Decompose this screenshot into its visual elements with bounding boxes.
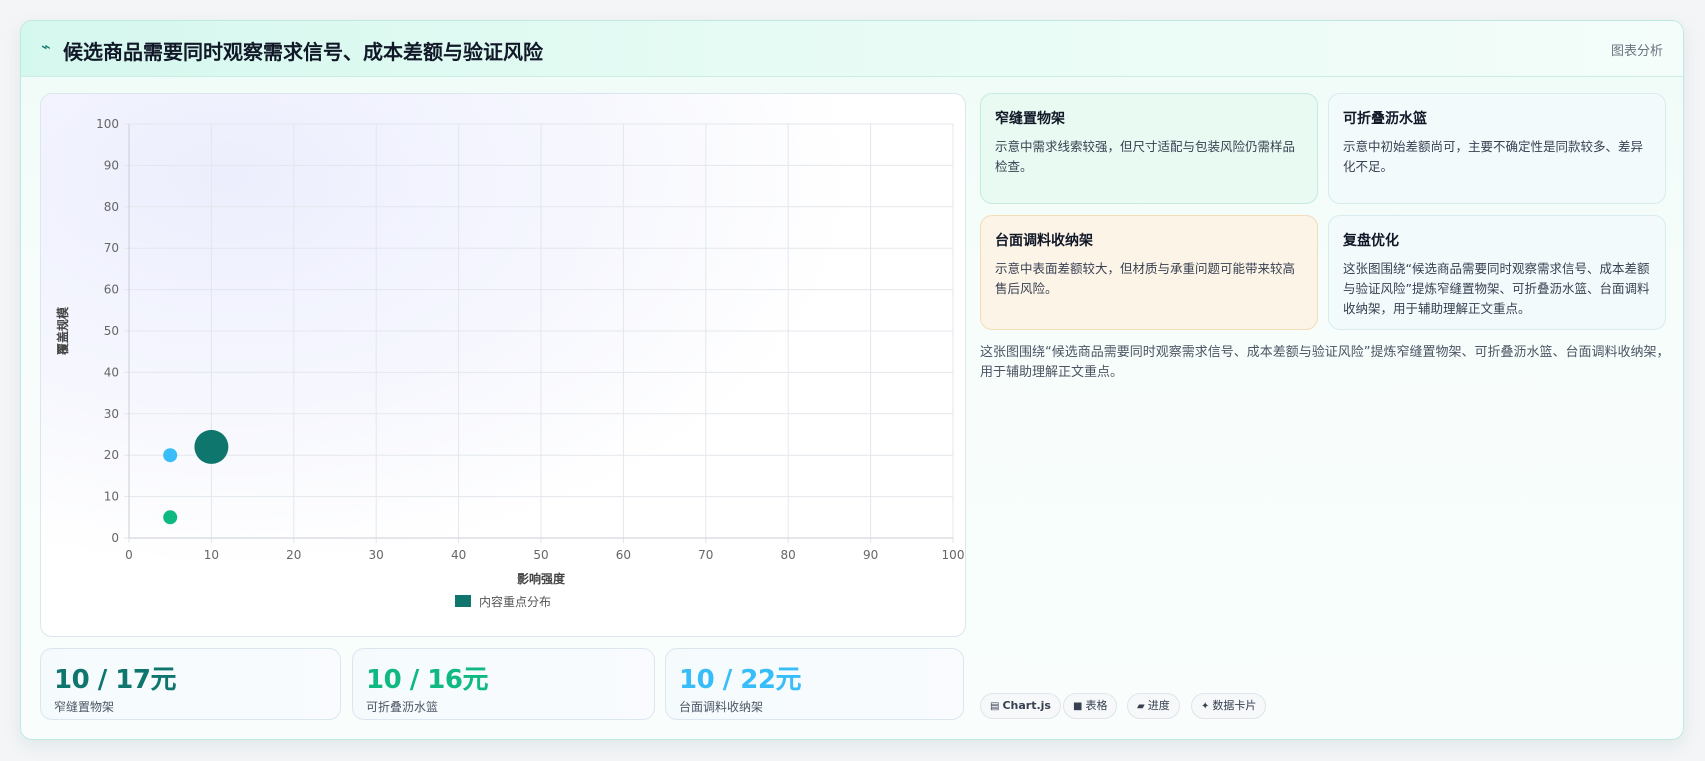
legend-label: 内容重点分布 — [479, 594, 551, 609]
table-icon: ■ — [1073, 701, 1083, 712]
chart-panel: 0 10 20 30 40 50 60 70 80 90 100 0 10 20 30 40 50 60 70 80 9… — [40, 93, 966, 637]
x-tick-label: 40 — [451, 548, 466, 562]
info-card-body: 示意中表面差额较大，但材质与承重问题可能带来较高售后风险。 — [995, 261, 1296, 296]
info-card-review: 复盘优化 这张图围绕“候选商品需要同时观察需求信号、成本差额与验证风险”提炼窄缝… — [1328, 215, 1666, 330]
x-tick-label: 30 — [369, 548, 384, 562]
x-tick-label: 90 — [863, 548, 878, 562]
y-tick-label: 0 — [111, 531, 119, 545]
chip-label: 进度 — [1147, 699, 1170, 712]
chip-progress[interactable]: ▰ 进度 — [1127, 693, 1180, 719]
legend-swatch — [455, 595, 471, 607]
x-tick-label: 0 — [125, 548, 133, 562]
chip-label: 数据卡片 — [1212, 699, 1257, 712]
kpi-value: 10 / 16元 — [366, 665, 488, 695]
info-card-body: 示意中需求线索较强，但尺寸适配与包装风险仍需样品检查。 — [995, 139, 1296, 174]
kpi-label: 窄缝置物架 — [54, 700, 115, 714]
x-axis-title: 影响强度 — [517, 571, 566, 586]
x-tick-label: 100 — [942, 548, 965, 562]
page-title: 候选商品需要同时观察需求信号、成本差额与验证风险 — [63, 40, 543, 64]
y-tick-label: 50 — [104, 324, 119, 338]
info-card-narrow-rack: 窄缝置物架 示意中需求线索较强，但尺寸适配与包装风险仍需样品检查。 — [980, 93, 1318, 204]
kpi-card-spice-rack: 10 / 22元 台面调料收纳架 — [665, 648, 964, 720]
kpi-card-narrow-rack: 10 / 17元 窄缝置物架 — [40, 648, 341, 720]
data-point — [163, 448, 178, 463]
kpi-value: 10 / 17元 — [54, 665, 176, 695]
kpi-card-foldable-basket: 10 / 16元 可折叠沥水篮 — [352, 648, 655, 720]
x-tick-label: 50 — [533, 548, 548, 562]
info-card-spice-rack: 台面调料收纳架 示意中表面差额较大，但材质与承重问题可能带来较高售后风险。 — [980, 215, 1318, 330]
y-tick-label: 40 — [104, 365, 119, 379]
card-header: ⌁ 候选商品需要同时观察需求信号、成本差额与验证风险 图表分析 — [21, 21, 1683, 77]
y-tick-label: 20 — [104, 448, 119, 462]
data-point — [163, 510, 178, 525]
y-tick-label: 100 — [96, 117, 119, 131]
bolt-icon: ⌁ — [41, 37, 51, 56]
y-tick-label: 90 — [104, 158, 119, 172]
kpi-value: 10 / 22元 — [679, 665, 801, 695]
x-tick-label: 10 — [204, 548, 219, 562]
bubble-chart: 0 10 20 30 40 50 60 70 80 90 100 0 10 20 30 40 50 60 70 80 9… — [55, 117, 965, 609]
y-tick-label: 70 — [104, 241, 119, 255]
chip-label: 表格 — [1085, 699, 1108, 712]
sparkle-icon: ✦ — [1201, 701, 1210, 712]
info-card-body: 这张图围绕“候选商品需要同时观察需求信号、成本差额与验证风险”提炼窄缝置物架、可… — [1343, 261, 1650, 316]
info-card-title: 台面调料收纳架 — [995, 233, 1093, 249]
y-tick-label: 80 — [104, 200, 119, 214]
info-card-body: 示意中初始差额尚可，主要不确定性是同款较多、差异化不足。 — [1343, 139, 1644, 174]
analysis-card: ⌁ 候选商品需要同时观察需求信号、成本差额与验证风险 图表分析 0 10 20 30 4… — [20, 20, 1684, 740]
x-tick-label: 80 — [781, 548, 796, 562]
chip-table[interactable]: ■ 表格 — [1063, 693, 1118, 719]
chip-label: Chart.js — [1002, 699, 1051, 712]
progress-icon: ▰ — [1137, 701, 1145, 712]
info-card-title: 可折叠沥水篮 — [1343, 111, 1427, 127]
x-tick-label: 60 — [616, 548, 631, 562]
y-tick-label: 10 — [104, 490, 119, 504]
y-tick-label: 60 — [104, 283, 119, 297]
info-card-title: 复盘优化 — [1343, 233, 1399, 249]
kpi-label: 可折叠沥水篮 — [366, 700, 439, 714]
x-tick-label: 70 — [698, 548, 713, 562]
y-axis-title: 覆盖规模 — [55, 306, 70, 356]
info-card-title: 窄缝置物架 — [995, 111, 1065, 127]
chip-chartjs[interactable]: ▤ Chart.js — [980, 693, 1061, 719]
y-tick-label: 30 — [104, 407, 119, 421]
section-tag: 图表分析 — [1610, 44, 1663, 59]
x-tick-label: 20 — [286, 548, 301, 562]
chart-icon: ▤ — [990, 701, 1000, 712]
chip-data-cards[interactable]: ✦ 数据卡片 — [1191, 693, 1267, 719]
summary-text: 这张图围绕“候选商品需要同时观察需求信号、成本差额与验证风险”提炼窄缝置物架、可… — [980, 345, 1670, 380]
kpi-label: 台面调料收纳架 — [679, 700, 764, 714]
data-point — [194, 429, 229, 464]
info-card-foldable-basket: 可折叠沥水篮 示意中初始差额尚可，主要不确定性是同款较多、差异化不足。 — [1328, 93, 1666, 204]
